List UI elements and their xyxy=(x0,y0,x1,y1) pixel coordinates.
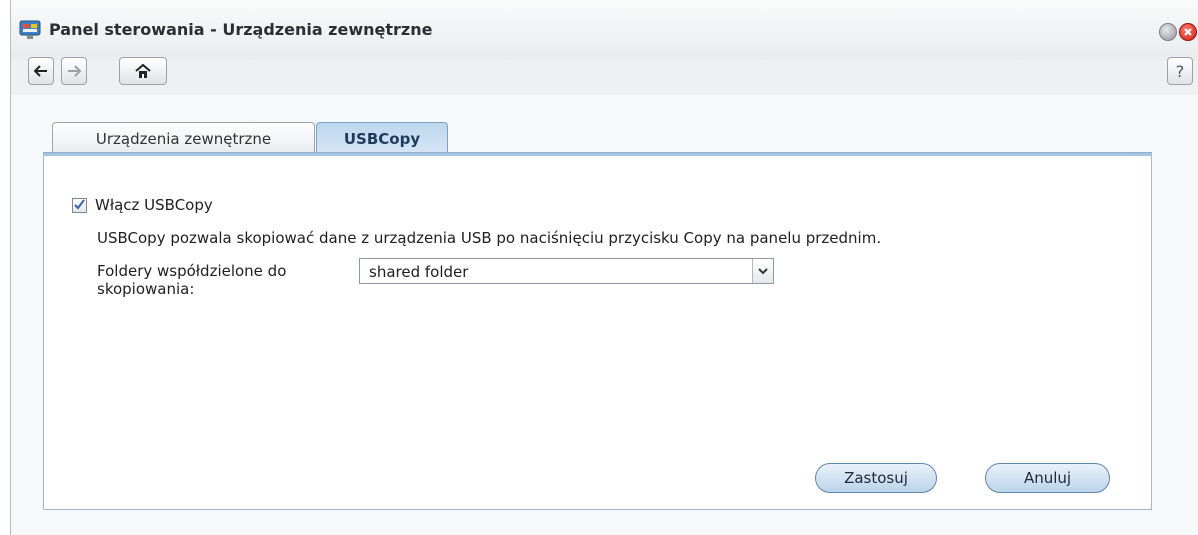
back-arrow-icon xyxy=(34,65,47,77)
forward-button[interactable] xyxy=(61,57,87,85)
apply-button[interactable]: Zastosuj xyxy=(815,463,937,493)
enable-usbcopy-label: Włącz USBCopy xyxy=(95,196,213,214)
shared-folder-value: shared folder xyxy=(369,263,469,281)
usbcopy-description: USBCopy pozwala skopiować dane z urządze… xyxy=(97,229,882,247)
shared-folder-select[interactable]: shared folder xyxy=(359,258,774,284)
toolbar: ? xyxy=(11,57,1198,95)
title-bar: Panel sterowania - Urządzenia zewnętrzne xyxy=(11,0,1198,60)
enable-usbcopy-row: Włącz USBCopy xyxy=(72,196,213,214)
shared-folders-label: Foldery współdzielone do skopiowania: xyxy=(97,262,287,298)
control-panel-icon xyxy=(19,20,41,40)
enable-usbcopy-checkbox[interactable] xyxy=(72,197,87,213)
dropdown-button[interactable] xyxy=(752,259,773,283)
chevron-down-icon xyxy=(758,267,768,274)
help-button[interactable]: ? xyxy=(1167,57,1193,85)
minimize-icon[interactable] xyxy=(1159,23,1177,41)
forward-arrow-icon xyxy=(68,65,81,77)
checkmark-icon xyxy=(74,198,85,210)
home-button[interactable] xyxy=(119,57,167,85)
window-title: Panel sterowania - Urządzenia zewnętrzne xyxy=(49,20,433,39)
close-icon[interactable] xyxy=(1179,23,1197,41)
cancel-button[interactable]: Anuluj xyxy=(985,463,1110,493)
home-icon xyxy=(135,64,151,78)
tab-usbcopy[interactable]: USBCopy xyxy=(316,122,448,154)
back-button[interactable] xyxy=(28,57,54,85)
tab-external-devices[interactable]: Urządzenia zewnętrzne xyxy=(52,122,315,154)
